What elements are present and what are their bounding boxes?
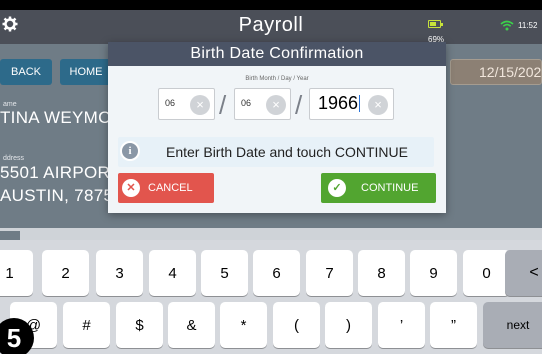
year-value: 1966 <box>318 93 359 113</box>
continue-button[interactable]: ✓ CONTINUE <box>321 173 436 203</box>
next-key[interactable]: next <box>483 302 542 348</box>
key[interactable]: $ <box>116 302 163 348</box>
employee-name: TINA WEYMC <box>0 108 111 127</box>
date-display[interactable]: 12/15/2021 <box>450 59 542 85</box>
wifi-icon <box>500 18 514 31</box>
key[interactable]: 7 <box>306 250 353 296</box>
clear-icon[interactable]: × <box>190 95 210 115</box>
key[interactable]: * <box>220 302 267 348</box>
dialog-title: Birth Date Confirmation <box>108 42 446 66</box>
home-button[interactable]: HOME <box>60 59 112 85</box>
scroll-strip <box>0 228 542 240</box>
battery-icon <box>428 20 443 28</box>
info-icon: i <box>118 139 140 165</box>
key[interactable]: 1 <box>0 250 33 296</box>
year-field[interactable]: 1966 × <box>309 88 394 120</box>
key[interactable]: 8 <box>358 250 405 296</box>
key[interactable]: 5 <box>201 250 248 296</box>
clear-icon[interactable]: × <box>368 95 388 115</box>
key[interactable]: 4 <box>149 250 196 296</box>
month-value: 06 <box>165 98 176 108</box>
key[interactable]: 9 <box>410 250 457 296</box>
dialog-subtitle: Birth Month / Day / Year <box>245 76 309 82</box>
backspace-key[interactable]: < <box>505 250 542 296</box>
key[interactable]: # <box>63 302 110 348</box>
key[interactable]: 2 <box>42 250 89 296</box>
key[interactable]: 0 <box>463 250 510 296</box>
text-caret <box>359 95 361 112</box>
cancel-button[interactable]: ✕ CANCEL <box>118 173 214 203</box>
check-icon: ✓ <box>328 179 346 197</box>
app-title: Payroll <box>238 14 304 36</box>
birth-date-dialog: Birth Date Confirmation Birth Month / Da… <box>108 42 446 213</box>
day-field[interactable]: 06 × <box>234 88 291 120</box>
scroll-thumb[interactable] <box>0 231 20 240</box>
instruction-text: Enter Birth Date and touch CONTINUE <box>166 144 408 160</box>
key[interactable]: 3 <box>96 250 143 296</box>
month-field[interactable]: 06 × <box>158 88 215 120</box>
status-time: 11:52 <box>518 21 538 30</box>
key[interactable]: ) <box>325 302 372 348</box>
onscreen-keyboard: 1 2 3 4 5 6 7 8 9 0 < @ # $ & * ( ) ’ ” … <box>0 240 542 354</box>
address-line-1: 5501 AIRPORT <box>0 163 121 182</box>
date-separator: / <box>295 90 303 120</box>
key[interactable]: ( <box>273 302 320 348</box>
date-separator: / <box>219 90 227 120</box>
day-value: 06 <box>241 98 252 108</box>
device-screen: Payroll 69% 11:52 BACK HOME 12/15/2021 a… <box>0 0 542 354</box>
back-button[interactable]: BACK <box>0 59 52 85</box>
address-label: ddress <box>3 155 25 162</box>
continue-label: CONTINUE <box>361 182 419 194</box>
close-icon: ✕ <box>122 179 140 197</box>
name-label: ame <box>3 101 17 108</box>
key[interactable]: ’ <box>378 302 425 348</box>
key[interactable]: & <box>168 302 215 348</box>
key[interactable]: 6 <box>253 250 300 296</box>
clear-icon[interactable]: × <box>266 95 286 115</box>
address-line-2: AUSTIN, 7875 <box>0 186 114 205</box>
instruction-banner: i Enter Birth Date and touch CONTINUE <box>118 137 434 167</box>
backspace-icon: < <box>529 264 539 281</box>
key[interactable]: ” <box>430 302 477 348</box>
cancel-label: CANCEL <box>148 182 193 194</box>
